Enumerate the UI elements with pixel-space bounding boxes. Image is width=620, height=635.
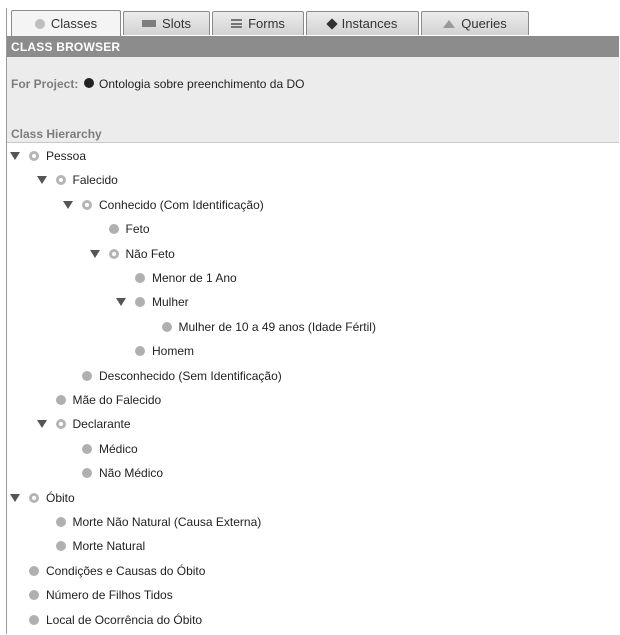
tab-forms[interactable]: Forms bbox=[212, 11, 304, 35]
concrete-class-icon bbox=[55, 395, 66, 405]
abstract-class-icon bbox=[29, 151, 39, 161]
query-icon bbox=[443, 19, 456, 28]
tab-slots[interactable]: Slots bbox=[123, 11, 210, 35]
tree-node[interactable]: Morte Natural bbox=[55, 536, 146, 556]
tab-queries[interactable]: Queries bbox=[421, 11, 529, 35]
tree-node-label: Declarante bbox=[72, 417, 131, 432]
concrete-class-icon bbox=[135, 273, 145, 283]
concrete-class-icon bbox=[108, 224, 119, 235]
tree-node-label: Número de Filhos Tidos bbox=[46, 588, 173, 603]
concrete-class-icon bbox=[82, 443, 92, 454]
tree-node[interactable]: Pessoa bbox=[10, 146, 86, 166]
tree-node[interactable]: Morte Não Natural (Causa Externa) bbox=[55, 512, 262, 532]
concrete-class-icon bbox=[82, 468, 92, 479]
expand-toggle-icon[interactable] bbox=[36, 420, 47, 429]
tree-node[interactable]: Conhecido (Com Identificação) bbox=[63, 195, 264, 215]
tree-node-label: Mulher de 10 a 49 anos (Idade Fértil) bbox=[178, 319, 376, 334]
abstract-class-icon bbox=[108, 248, 119, 259]
concrete-class-icon bbox=[135, 346, 145, 357]
tree-node-label: Pessoa bbox=[46, 149, 87, 163]
concrete-class-icon bbox=[55, 541, 66, 552]
form-icon bbox=[231, 19, 243, 28]
tab-label: Instances bbox=[341, 16, 398, 31]
class-icon bbox=[34, 18, 45, 29]
tree-node-label: Morte Não Natural (Causa Externa) bbox=[72, 515, 262, 529]
tab-bar: Classes Slots Forms Instances Queries bbox=[7, 8, 619, 37]
concrete-class-icon bbox=[135, 297, 145, 308]
tree-node-label: Não Feto bbox=[125, 246, 175, 261]
tree-node-label: Óbito bbox=[46, 490, 75, 505]
tab-label: Slots bbox=[162, 16, 191, 31]
slot-icon bbox=[142, 20, 157, 27]
class-hierarchy-tree: Pessoa Falecido Conhecido (Com Identificaç… bbox=[7, 144, 619, 634]
tab-label: Forms bbox=[248, 16, 285, 31]
tree-node[interactable]: Número de Filhos Tidos bbox=[29, 585, 173, 605]
expand-toggle-icon[interactable] bbox=[116, 298, 126, 307]
tree-node[interactable]: Local de Ocorrência do Óbito bbox=[29, 610, 202, 630]
abstract-class-icon bbox=[29, 492, 39, 503]
tree-node-label: Feto bbox=[125, 222, 150, 237]
project-row: For Project: Ontologia sobre preenchimen… bbox=[7, 57, 619, 118]
tab-label: Queries bbox=[461, 16, 507, 31]
tree-node-label: Morte Natural bbox=[72, 539, 146, 554]
tab-instances[interactable]: Instances bbox=[306, 11, 419, 35]
concrete-class-icon bbox=[161, 321, 172, 332]
concrete-class-icon bbox=[29, 565, 39, 576]
tree-node-label: Local de Ocorrência do Óbito bbox=[46, 612, 203, 627]
tree-node[interactable]: Não Feto bbox=[89, 244, 175, 264]
tree-node[interactable]: Mãe do Falecido bbox=[55, 390, 162, 410]
class-browser-title: CLASS BROWSER bbox=[7, 37, 619, 57]
tree-node[interactable]: Mulher de 10 a 49 anos (Idade Fértil) bbox=[161, 317, 376, 337]
tree-node-label: Não Médico bbox=[99, 466, 164, 481]
project-name: Ontologia sobre preenchimento da DO bbox=[99, 77, 305, 91]
tree-node-label: Mãe do Falecido bbox=[72, 393, 162, 407]
abstract-class-icon bbox=[82, 199, 92, 210]
tree-node[interactable]: Óbito bbox=[10, 488, 75, 508]
tree-node[interactable]: Homem bbox=[135, 341, 194, 361]
expand-toggle-icon[interactable] bbox=[10, 493, 20, 502]
tree-node[interactable]: Médico bbox=[82, 439, 138, 459]
tree-node-label: Homem bbox=[152, 344, 195, 359]
tree-node-label: Falecido bbox=[72, 173, 118, 188]
instance-icon bbox=[326, 17, 338, 30]
project-icon bbox=[84, 78, 94, 88]
concrete-class-icon bbox=[29, 590, 39, 601]
tree-node[interactable]: Mulher bbox=[116, 292, 189, 312]
project-label: For Project: bbox=[11, 77, 79, 91]
expand-toggle-icon[interactable] bbox=[36, 176, 47, 185]
tree-node[interactable]: Não Médico bbox=[82, 463, 163, 483]
concrete-class-icon bbox=[55, 517, 66, 527]
tree-node[interactable]: Declarante bbox=[36, 414, 131, 434]
abstract-class-icon bbox=[55, 175, 66, 186]
expand-toggle-icon[interactable] bbox=[10, 152, 20, 160]
tree-node[interactable]: Condições e Causas do Óbito bbox=[29, 561, 205, 581]
tab-classes[interactable]: Classes bbox=[11, 10, 121, 36]
tree-node[interactable]: Falecido bbox=[36, 170, 118, 190]
expand-toggle-icon[interactable] bbox=[89, 249, 100, 258]
expand-toggle-icon[interactable] bbox=[63, 200, 73, 209]
concrete-class-icon bbox=[82, 370, 92, 381]
concrete-class-icon bbox=[29, 614, 39, 625]
tree-node-label: Médico bbox=[99, 441, 138, 456]
tree-node[interactable]: Menor de 1 Ano bbox=[135, 268, 237, 288]
tree-node-label: Conhecido (Com Identificação) bbox=[99, 197, 264, 212]
tree-node[interactable]: Desconhecido (Sem Identificação) bbox=[82, 366, 282, 386]
tree-node-label: Desconhecido (Sem Identificação) bbox=[99, 368, 282, 383]
abstract-class-icon bbox=[55, 419, 66, 430]
tab-label: Classes bbox=[50, 16, 98, 31]
class-browser-window: Classes Slots Forms Instances Queries CL… bbox=[6, 8, 619, 634]
tree-node-label: Mulher bbox=[152, 295, 189, 310]
class-hierarchy-header: Class Hierarchy bbox=[7, 117, 619, 143]
tree-node-label: Menor de 1 Ano bbox=[152, 271, 237, 285]
tree-node-label: Condições e Causas do Óbito bbox=[46, 563, 206, 578]
tree-node[interactable]: Feto bbox=[108, 219, 150, 239]
